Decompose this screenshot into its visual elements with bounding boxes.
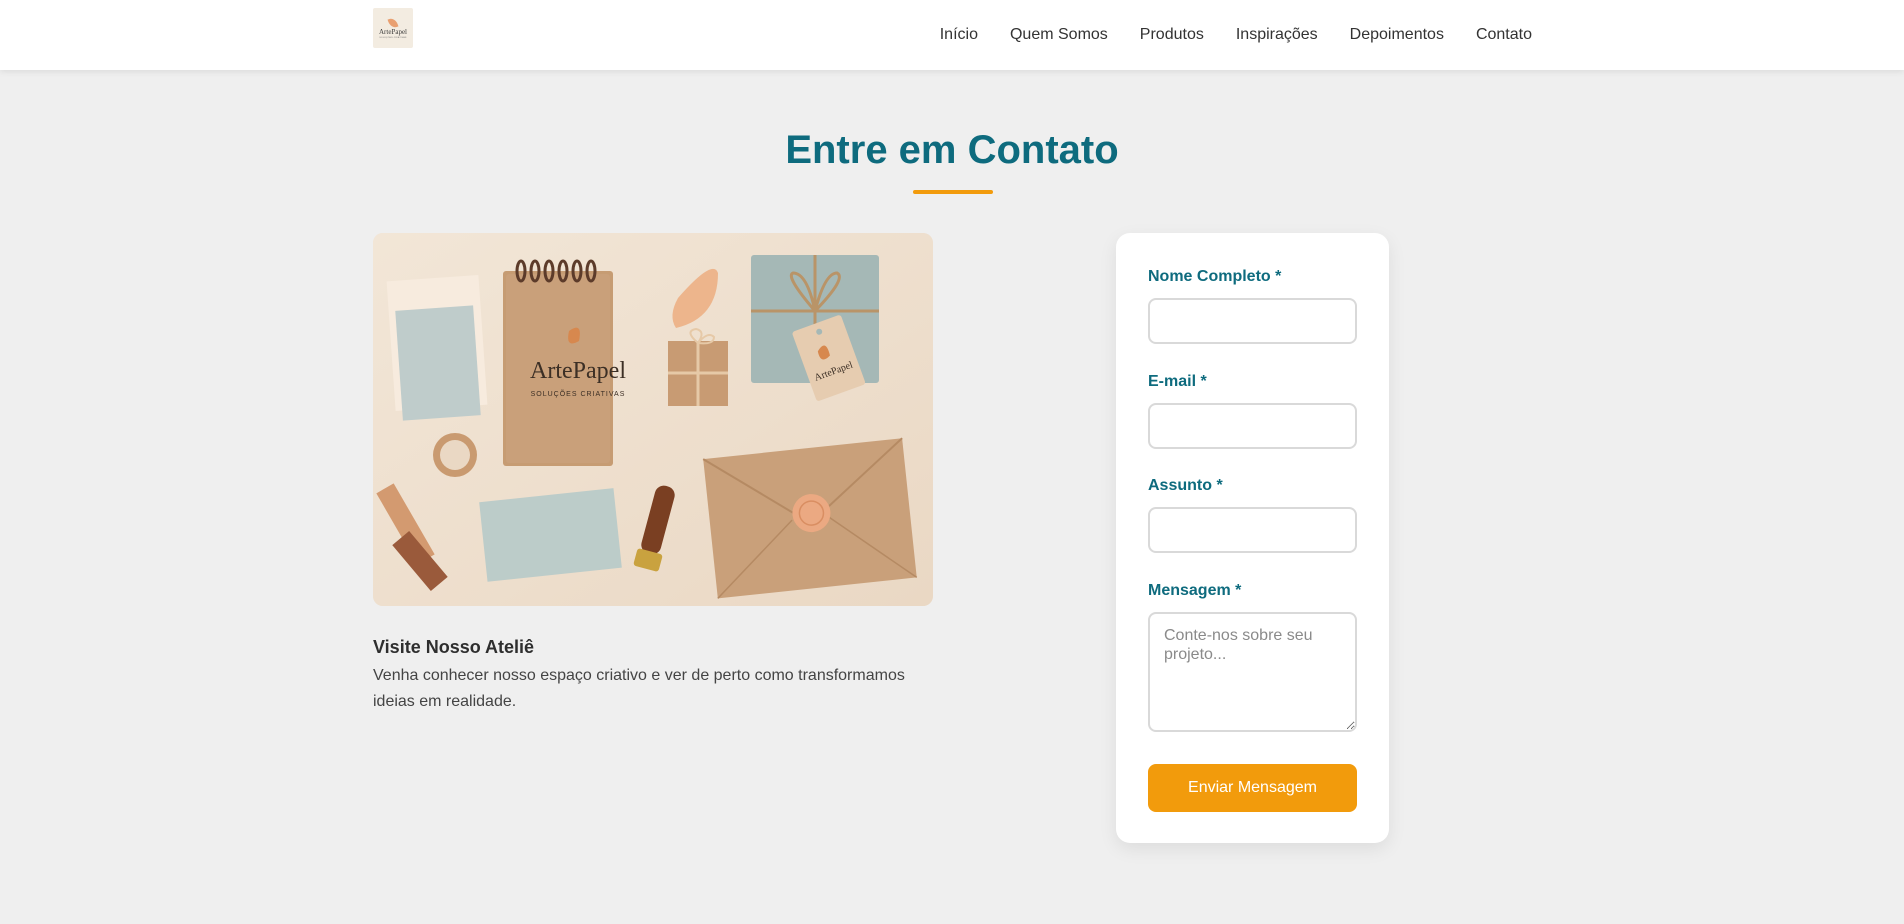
email-label: E-mail * (1148, 373, 1207, 390)
brand-logo[interactable]: ArtePapel SOLUÇÕES CRIATIVAS (373, 8, 413, 48)
notepad-brand-text: ArtePapel (530, 358, 626, 384)
message-label: Mensagem * (1148, 582, 1242, 599)
notepad-tagline-text: SOLUÇÕES CRIATIVAS (531, 389, 626, 398)
leaf-icon (387, 16, 399, 29)
message-textarea[interactable] (1148, 612, 1357, 732)
main-nav: Início Quem Somos Produtos Inspirações D… (908, 0, 1532, 70)
nav-link-inspiracoes[interactable]: Inspirações (1236, 26, 1318, 44)
navbar: ArtePapel SOLUÇÕES CRIATIVAS Início Quem… (0, 0, 1904, 70)
nav-link-produtos[interactable]: Produtos (1140, 26, 1204, 44)
nav-link-inicio[interactable]: Início (940, 26, 978, 44)
subject-label: Assunto * (1148, 477, 1223, 494)
visit-atelier-text: Venha conhecer nosso espaço criativo e v… (373, 667, 905, 710)
send-message-button[interactable]: Enviar Mensagem (1148, 764, 1357, 812)
logo-tagline-text: SOLUÇÕES CRIATIVAS (379, 36, 407, 39)
logo-brand-text: ArtePapel (379, 27, 407, 36)
name-label: Nome Completo * (1148, 268, 1282, 285)
atelier-image: ArtePapel SOLUÇÕES CRIATIVAS ArtePapel (373, 233, 933, 606)
email-input[interactable] (1148, 403, 1357, 449)
visit-atelier-title: Visite Nosso Ateliê (373, 637, 535, 657)
name-input[interactable] (1148, 298, 1357, 344)
contact-form: Nome Completo * E-mail * Assunto * Mensa… (1116, 233, 1389, 843)
nav-link-depoimentos[interactable]: Depoimentos (1350, 26, 1444, 44)
title-underline (913, 190, 993, 194)
stationery-flatlay-illustration: ArtePapel SOLUÇÕES CRIATIVAS ArtePapel (373, 233, 933, 606)
subject-input[interactable] (1148, 507, 1357, 553)
contact-section-title: Entre em Contato (785, 128, 1119, 172)
nav-link-quem-somos[interactable]: Quem Somos (1010, 26, 1108, 44)
nav-link-contato[interactable]: Contato (1476, 26, 1532, 44)
